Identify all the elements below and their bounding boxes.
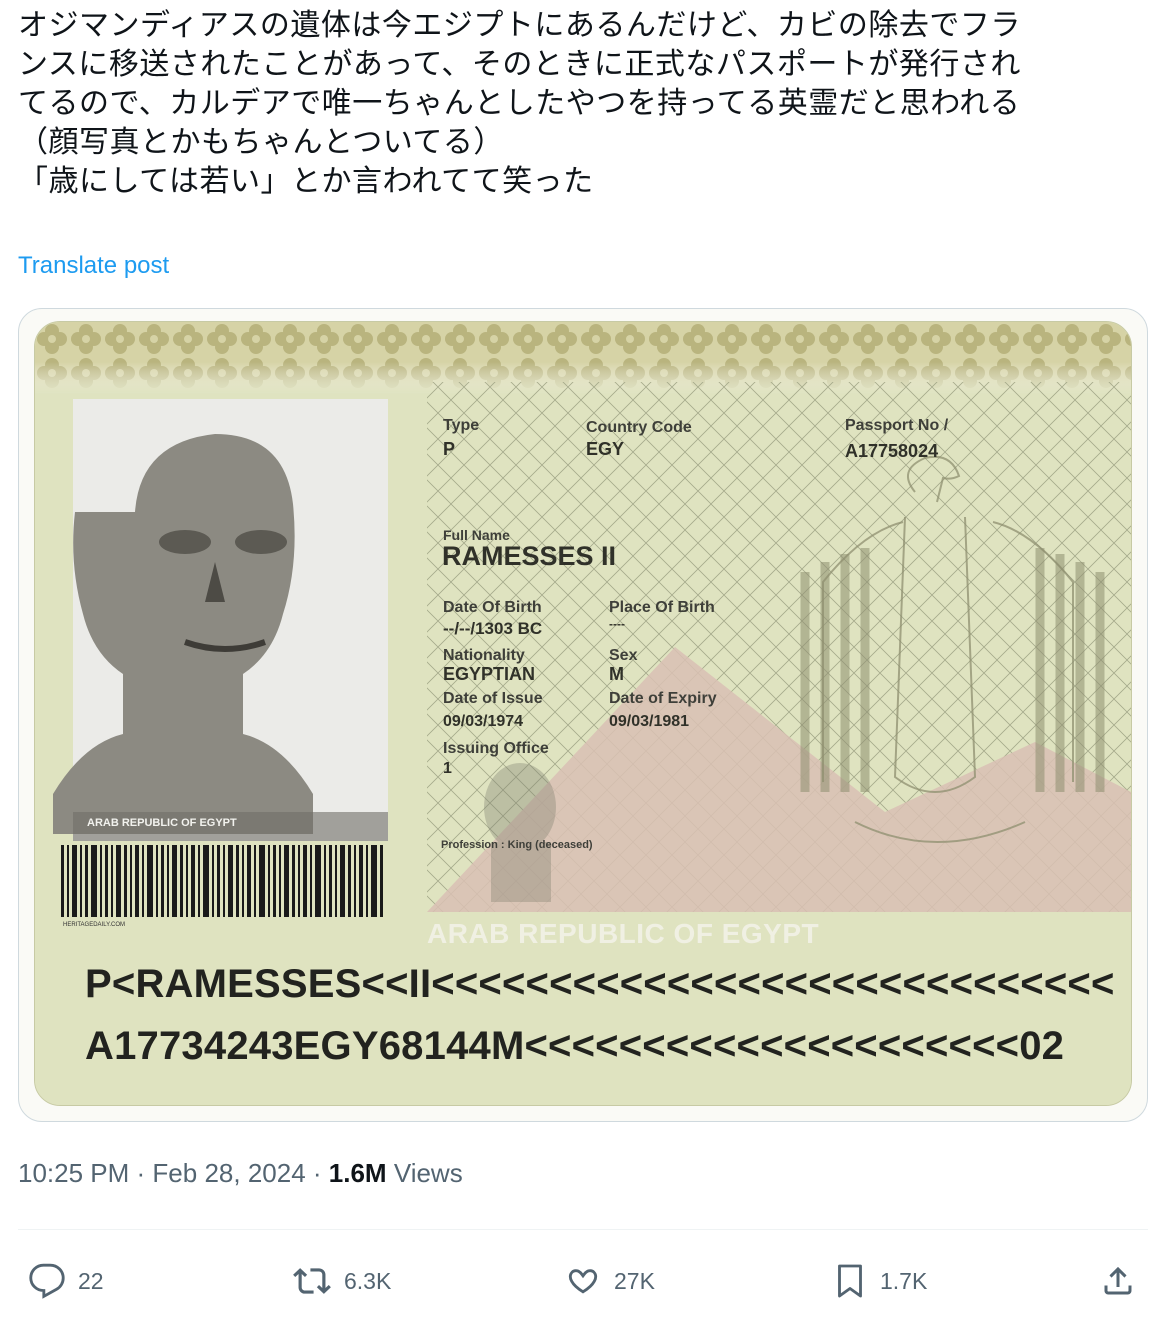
like-button[interactable]: 27K <box>564 1262 655 1300</box>
nationality-label: Nationality <box>443 647 525 664</box>
bookmark-count: 1.7K <box>880 1267 928 1294</box>
expiry-date-value: 09/03/1981 <box>609 713 690 730</box>
passport-no-label: Passport No / <box>845 417 949 434</box>
post-text-line: （顔写真とかもちゃんとついてる） <box>18 125 504 160</box>
photo-watermark: ARAB REPUBLIC OF EGYPT <box>87 817 237 829</box>
issue-date-value: 09/03/1974 <box>443 713 524 730</box>
post-text-line: 「歳にしては若い」とか言われてて笑った <box>18 164 594 199</box>
sex-value: M <box>609 664 624 684</box>
post-time[interactable]: 10:25 PM <box>18 1158 129 1188</box>
issuing-office-value: 1 <box>443 760 452 777</box>
full-name-value: RAMESSES II <box>442 541 617 571</box>
post-media[interactable]: ARAB REPUBLIC OF EGYPT HERITAGEDAILY.COM… <box>18 308 1148 1122</box>
post-text-line: ンスに移送されたことがあって、そのときに正式なパスポートが発行され <box>18 47 1021 82</box>
views-count: 1.6M <box>328 1158 387 1188</box>
reply-button[interactable]: 22 <box>28 1262 104 1300</box>
divider <box>18 1229 1148 1230</box>
sex-label: Sex <box>609 647 638 664</box>
bookmark-button[interactable]: 1.7K <box>832 1262 927 1300</box>
like-count: 27K <box>614 1267 655 1294</box>
post-text: オジマンディアスの遺体は今エジプトにあるんだけど、カビの除去でフラ ンスに移送さ… <box>18 6 1148 201</box>
post-meta: 10:25 PM · Feb 28, 2024 · 1.6M Views <box>18 1158 463 1188</box>
share-button[interactable] <box>1100 1262 1136 1300</box>
reply-icon <box>29 1263 65 1299</box>
passport-no-value: A17758024 <box>845 441 939 461</box>
mrz-line-2: A17734243EGY68144M<<<<<<<<<<<<<<<<<<<<<0… <box>85 1024 1065 1068</box>
issuing-office-label: Issuing Office <box>443 740 549 757</box>
bookmark-icon <box>838 1264 862 1298</box>
heart-icon <box>568 1269 598 1294</box>
repost-icon <box>293 1268 331 1294</box>
share-icon <box>1104 1266 1132 1295</box>
views-label: Views <box>393 1158 463 1188</box>
dob-value: --/--/1303 BC <box>443 619 543 638</box>
country-code-value: EGY <box>586 439 625 459</box>
profession-text: Profession : King (deceased) <box>441 839 593 851</box>
nationality-value: EGYPTIAN <box>443 664 536 684</box>
post-text-line: てるので、カルデアで唯一ちゃんとしたやつを持ってる英霊だと思われる <box>18 86 1021 121</box>
type-value: P <box>443 439 456 459</box>
expiry-date-label: Date of Expiry <box>609 690 717 707</box>
country-code-label: Country Code <box>586 419 692 436</box>
repost-count: 6.3K <box>344 1267 392 1294</box>
dob-label: Date Of Birth <box>443 599 542 616</box>
post-date[interactable]: Feb 28, 2024 <box>152 1158 305 1188</box>
barcode-caption: HERITAGEDAILY.COM <box>63 922 126 928</box>
issue-date-label: Date of Issue <box>443 690 543 707</box>
country-watermark: ARAB REPUBLIC OF EGYPT <box>427 918 820 949</box>
passport-image: ARAB REPUBLIC OF EGYPT HERITAGEDAILY.COM… <box>34 321 1132 1106</box>
reply-count: 22 <box>78 1267 104 1294</box>
repost-button[interactable]: 6.3K <box>292 1262 391 1300</box>
translate-post-link[interactable]: Translate post <box>18 252 169 280</box>
pob-label: Place Of Birth <box>609 599 715 616</box>
post-text-line: オジマンディアスの遺体は今エジプトにあるんだけど、カビの除去でフラ <box>18 8 1021 43</box>
type-label: Type <box>443 417 480 434</box>
portrait-photo <box>53 399 388 841</box>
pob-value: ---- <box>609 617 625 631</box>
mrz-line-1: P<RAMESSES<<II<<<<<<<<<<<<<<<<<<<<<<<<<<… <box>85 962 1115 1006</box>
